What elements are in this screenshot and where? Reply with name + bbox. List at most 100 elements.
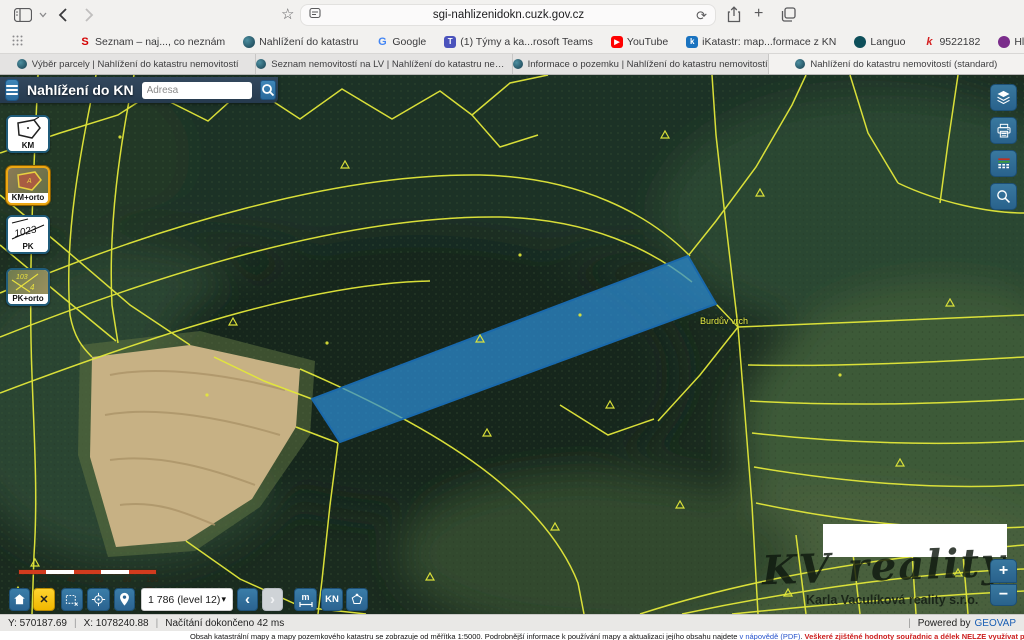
edookit-icon xyxy=(998,36,1010,48)
search-button[interactable] xyxy=(260,80,276,100)
layer-button-pk[interactable]: 1023 PK xyxy=(6,215,50,254)
geovap-link[interactable]: GEOVAP xyxy=(975,618,1017,629)
menu-button[interactable] xyxy=(5,79,19,101)
apps-grid-icon[interactable] xyxy=(12,33,23,51)
back-button[interactable] xyxy=(58,7,68,23)
disclaimer-warning: Veškeré zjištěné hodnoty souřadnic a dél… xyxy=(805,632,1024,640)
load-status: Načítání dokončeno 42 ms xyxy=(165,618,284,629)
katastr-globe-icon xyxy=(243,36,255,48)
status-bar: Y: 570187.69 | X: 1078240.88 | Načítání … xyxy=(0,614,1024,631)
bookmark-seznam[interactable]: SSeznam – naj..., co neznám xyxy=(79,36,225,48)
tab-favicon xyxy=(513,59,523,69)
powered-by-label: Powered by xyxy=(918,618,971,629)
layer-button-km-orto[interactable]: A KM+orto xyxy=(6,166,50,205)
address-bar[interactable]: sgi-nahlizenidokn.cuzk.gov.cz ⟳ xyxy=(300,4,716,26)
print-tool-button[interactable] xyxy=(990,117,1017,144)
caret-down-icon: ▾ xyxy=(221,594,226,605)
site-settings-icon[interactable] xyxy=(309,6,321,24)
youtube-icon: ▶ xyxy=(611,36,623,48)
favorites-star-icon[interactable]: ☆ xyxy=(281,7,294,22)
selection-rectangle-icon xyxy=(64,592,80,608)
red-k-icon: k xyxy=(923,36,935,48)
help-pdf-link[interactable]: v nápovědě (PDF) xyxy=(739,632,800,640)
bookmarks-bar: SSeznam – naj..., co neznám Nahlížení do… xyxy=(0,30,1024,54)
layer-button-km[interactable]: KM xyxy=(6,115,50,153)
measure-label: m xyxy=(301,593,309,602)
tab-favicon xyxy=(17,59,27,69)
tab-seznam-nemovitosti[interactable]: Seznam nemovitostí na LV | Nahlížení do … xyxy=(256,54,512,74)
place-label: Burdův vrch xyxy=(700,316,748,326)
layers-icon xyxy=(994,88,1013,107)
tab-informace-o-pozemku[interactable]: Informace o pozemku | Nahlížení do katas… xyxy=(513,54,769,74)
search-tool-button[interactable] xyxy=(990,183,1017,210)
tab-nahlizeni-standard[interactable]: Nahlížení do katastru nemovitostí (stand… xyxy=(769,54,1024,74)
locate-button[interactable] xyxy=(87,588,110,611)
layers-tool-button[interactable] xyxy=(990,84,1017,111)
printer-icon xyxy=(995,122,1013,140)
polygon-tool-button[interactable] xyxy=(346,588,368,611)
new-tab-icon[interactable]: + xyxy=(754,6,763,22)
pin-button[interactable] xyxy=(114,588,135,611)
bookmark-google[interactable]: GGoogle xyxy=(376,36,426,48)
seznam-icon: S xyxy=(79,36,91,48)
tab-bar: Výběr parcely | Nahlížení do katastru ne… xyxy=(0,54,1024,75)
disclaimer-text: Obsah katastrální mapy a mapy pozemkovéh… xyxy=(190,632,737,640)
tab-favicon xyxy=(795,59,805,69)
home-icon xyxy=(12,592,27,607)
select-area-button[interactable] xyxy=(61,588,83,611)
forward-button[interactable] xyxy=(84,7,94,23)
bookmark-teams[interactable]: T(1) Týmy a ka...rosoft Teams xyxy=(444,36,593,48)
kn-button[interactable]: KN xyxy=(321,588,343,611)
magnifier-icon xyxy=(994,187,1013,206)
ikatastr-icon: k xyxy=(686,36,698,48)
layer-button-pk-orto[interactable]: 4103 PK+orto xyxy=(6,268,50,306)
teams-icon: T xyxy=(444,36,456,48)
svg-text:1023: 1023 xyxy=(13,224,37,239)
bookmark-katastr[interactable]: Nahlížení do katastru xyxy=(243,36,358,48)
search-icon xyxy=(261,83,275,97)
scale-bar: 0 20 40 60 80 100 m xyxy=(18,569,157,583)
pk-thumbnail: 1023 xyxy=(8,217,48,242)
tab-favicon xyxy=(256,59,266,69)
scale-select-dropdown[interactable]: 1 786 (level 12) ▾ xyxy=(141,588,233,611)
svg-text:A: A xyxy=(26,178,32,185)
chevron-down-icon[interactable] xyxy=(39,12,47,18)
zoom-in-button[interactable]: + xyxy=(990,559,1017,583)
bookmark-youtube[interactable]: ▶YouTube xyxy=(611,36,668,48)
map-pin-icon xyxy=(117,591,132,608)
coord-y: Y: 570187.69 xyxy=(8,618,67,629)
zoom-out-button[interactable]: − xyxy=(990,584,1017,606)
reload-icon[interactable]: ⟳ xyxy=(696,9,707,22)
app-header: Nahlížení do KN xyxy=(0,77,278,103)
svg-text:103: 103 xyxy=(16,274,28,281)
address-search-input[interactable] xyxy=(142,82,252,99)
crosshair-icon xyxy=(90,591,107,608)
share-icon[interactable] xyxy=(727,6,741,23)
watermark-logo: KV reality xyxy=(761,539,1012,595)
legend-tool-button[interactable] xyxy=(990,150,1017,177)
map-area: Burdův vrch KV reality Karla Vaculíková … xyxy=(0,75,1024,614)
app-title: Nahlížení do KN xyxy=(27,82,134,98)
legend-icon xyxy=(995,155,1013,173)
measure-button[interactable]: m xyxy=(294,588,317,611)
disclaimer-bar: Obsah katastrální mapy a mapy pozemkovéh… xyxy=(0,631,1024,640)
svg-text:4: 4 xyxy=(30,283,35,292)
sidebar-toggle-icon[interactable] xyxy=(14,8,32,22)
bookmark-9522182[interactable]: k9522182 xyxy=(923,36,980,48)
bookmark-edookit[interactable]: Hlavní panel ....edookit.com xyxy=(998,36,1024,48)
coord-x: X: 1078240.88 xyxy=(84,618,149,629)
km-orto-thumbnail: A xyxy=(8,168,48,193)
bookmark-ikatastr[interactable]: kiKatastr: map...formace z KN xyxy=(686,36,836,48)
scale-value: 1 786 (level 12) xyxy=(148,594,220,606)
home-button[interactable] xyxy=(9,588,30,611)
languo-icon xyxy=(854,36,866,48)
tab-overview-icon[interactable] xyxy=(781,7,796,22)
pk-orto-thumbnail: 4103 xyxy=(8,270,48,294)
browser-toolbar: ☆ sgi-nahlizenidokn.cuzk.gov.cz ⟳ + xyxy=(0,0,1024,30)
google-icon: G xyxy=(376,36,388,48)
close-tool-button[interactable]: ✕ xyxy=(33,588,55,611)
history-forward-button[interactable]: › xyxy=(262,588,283,611)
tab-vyber-parcely[interactable]: Výběr parcely | Nahlížení do katastru ne… xyxy=(0,54,256,74)
history-back-button[interactable]: ‹ xyxy=(237,588,258,611)
bookmark-languo[interactable]: Languo xyxy=(854,36,905,48)
